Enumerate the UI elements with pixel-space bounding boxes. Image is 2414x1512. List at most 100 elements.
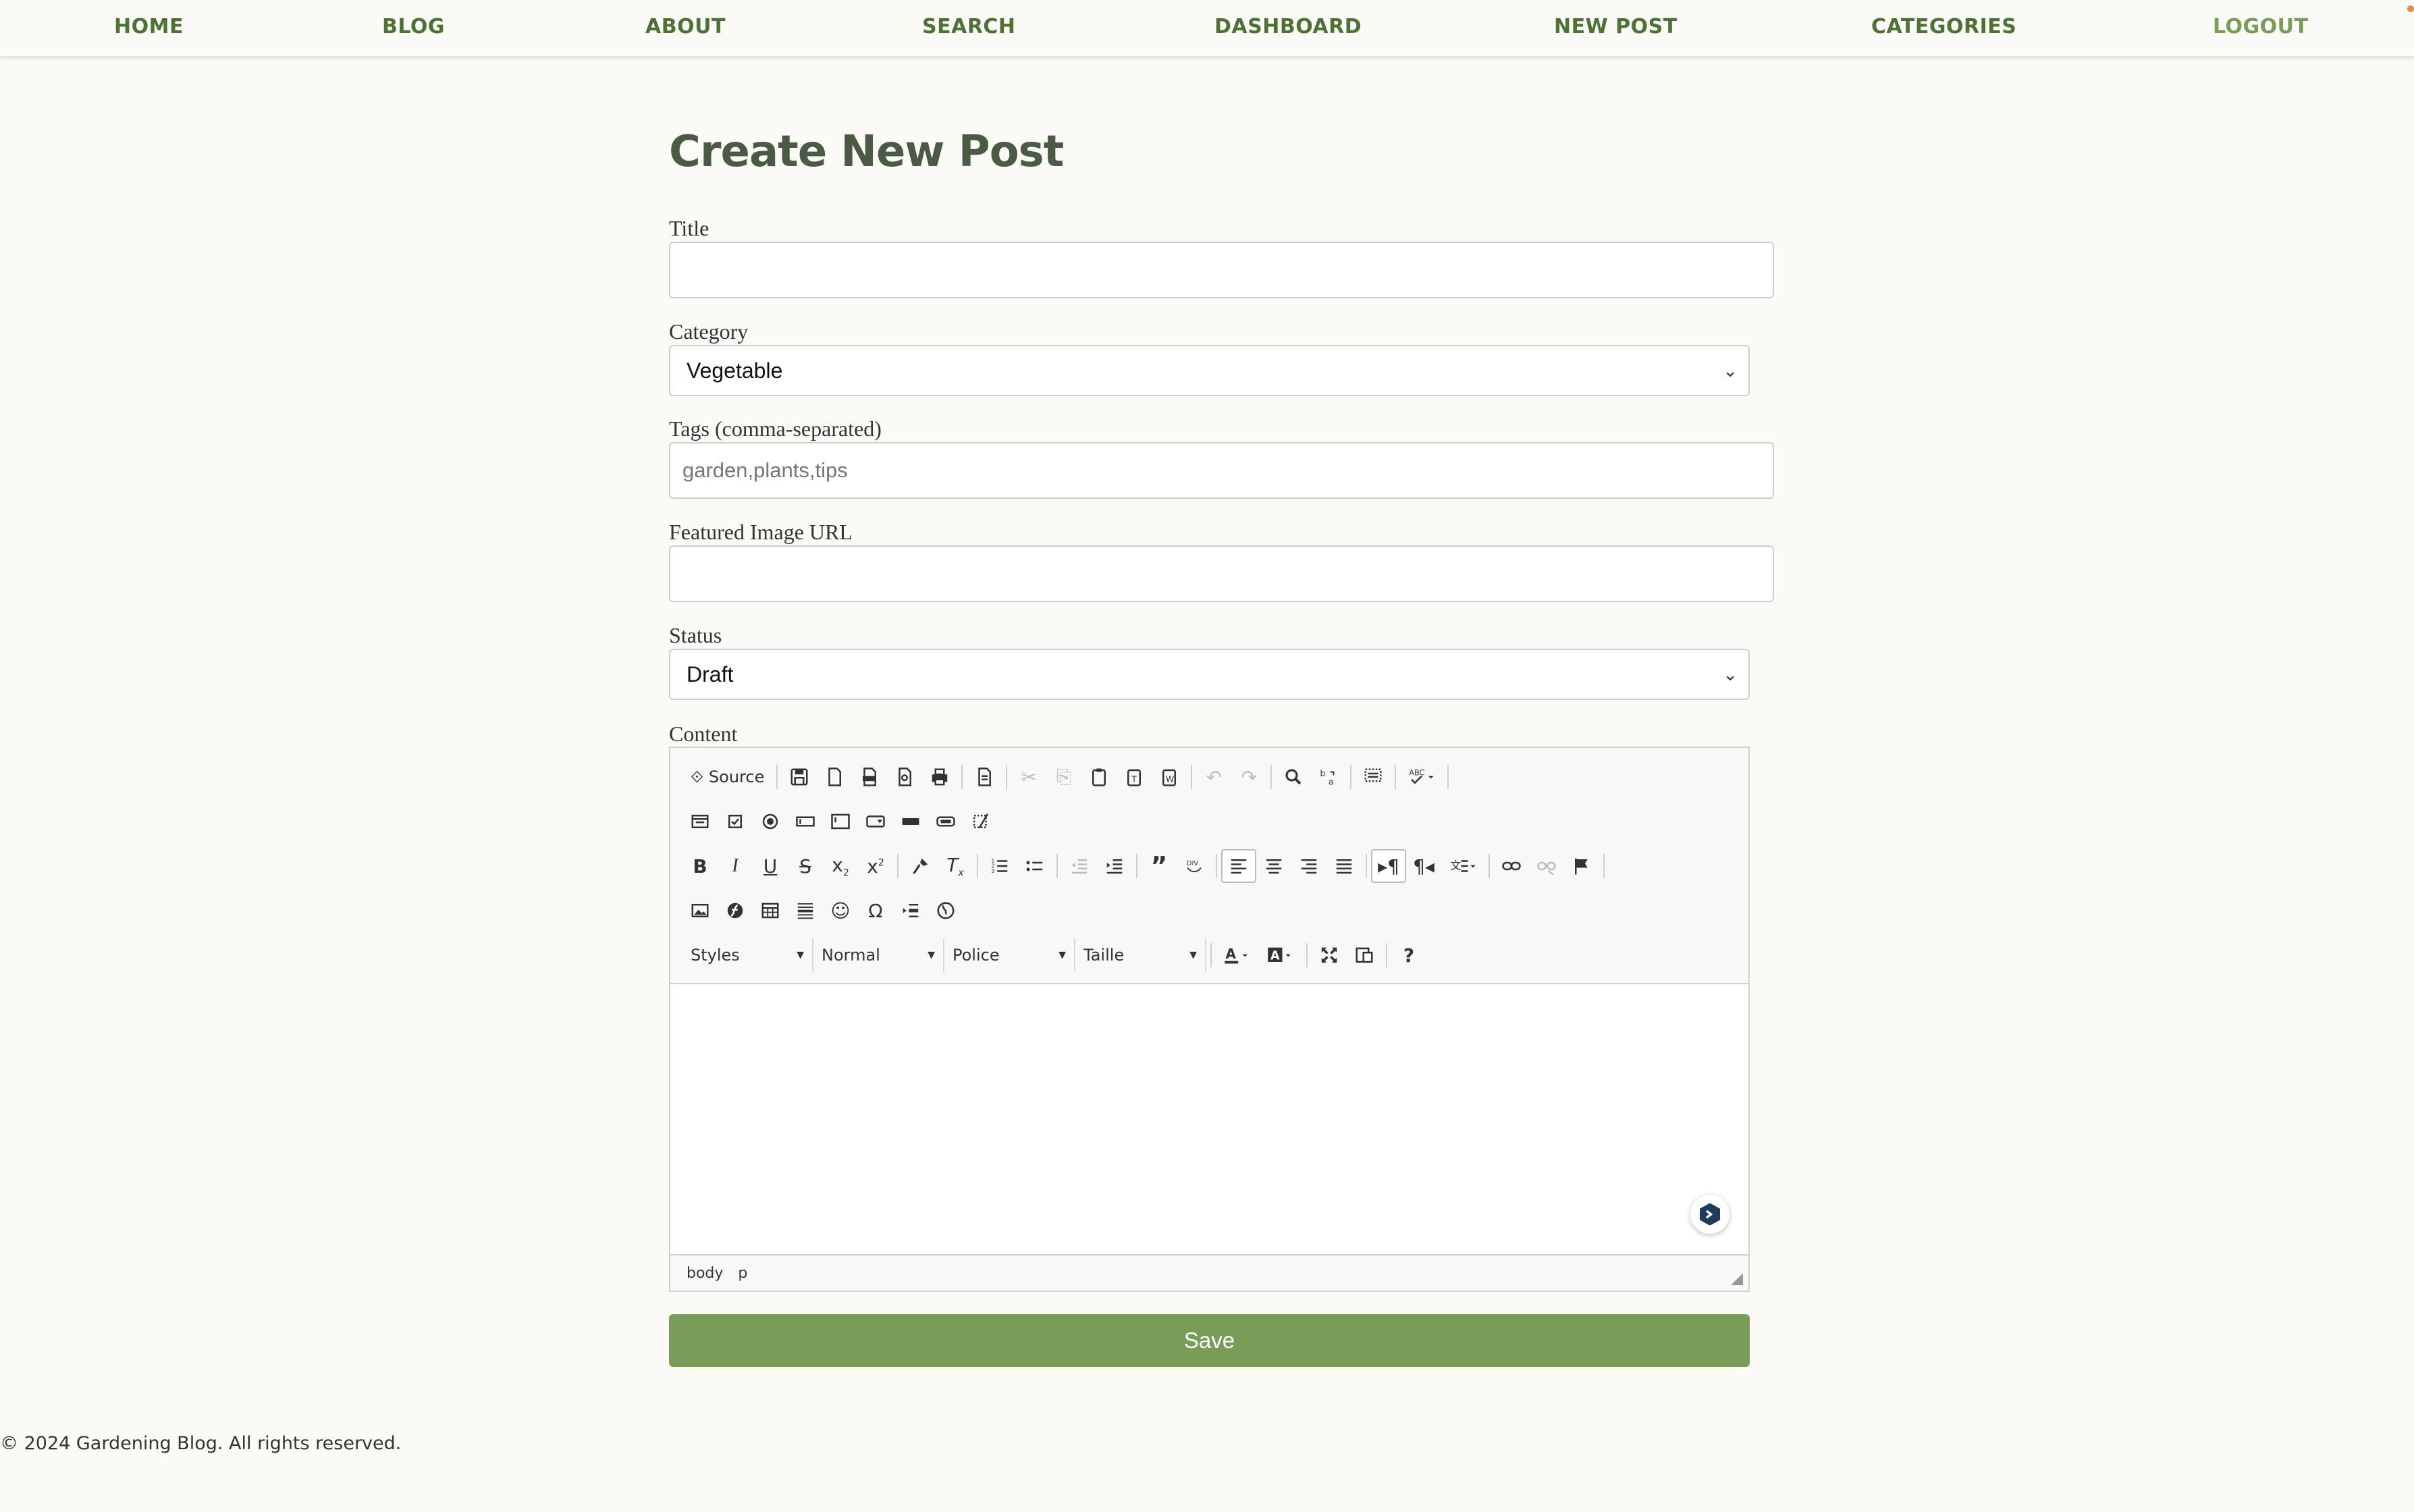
featured-image-input[interactable]	[669, 545, 1774, 602]
editor-content-area[interactable]	[670, 986, 1748, 1257]
align-right-icon[interactable]	[1291, 849, 1326, 883]
spellcheck-icon[interactable]: ABC	[1400, 760, 1443, 794]
size-dropdown[interactable]: Taille ▼	[1075, 938, 1206, 972]
replace-icon[interactable]: ba	[1311, 760, 1346, 794]
iframe-globe-icon[interactable]	[928, 894, 963, 927]
nav-categories-link[interactable]: CATEGORIES	[1871, 15, 2016, 38]
strikethrough-icon[interactable]: S	[788, 849, 823, 883]
separator	[1447, 765, 1449, 789]
resize-handle-icon[interactable]	[1731, 1273, 1743, 1285]
separator	[1216, 854, 1217, 878]
blockquote-icon[interactable]: ”	[1142, 849, 1177, 883]
nav-blog-link[interactable]: BLOG	[382, 15, 445, 38]
text-color-icon[interactable]: A	[1216, 938, 1259, 972]
textarea-icon[interactable]	[823, 805, 858, 838]
image-icon[interactable]	[682, 894, 718, 927]
remove-format-icon[interactable]: Tx	[938, 849, 973, 883]
styles-dropdown[interactable]: Styles ▼	[682, 938, 813, 972]
nav-new-post-link[interactable]: NEW POST	[1554, 15, 1678, 38]
maximize-icon[interactable]	[1312, 938, 1347, 972]
save-icon[interactable]	[782, 760, 817, 794]
numbered-list-icon[interactable]: 123	[982, 849, 1017, 883]
source-button[interactable]: ⟐ Source	[682, 760, 772, 794]
anchor-flag-icon[interactable]	[1564, 849, 1599, 883]
outdent-icon[interactable]	[1062, 849, 1097, 883]
flash-icon[interactable]	[718, 894, 753, 927]
page-break-icon[interactable]	[893, 894, 928, 927]
print-icon[interactable]	[922, 760, 957, 794]
paste-word-icon[interactable]: W	[1152, 760, 1187, 794]
table-icon[interactable]	[753, 894, 788, 927]
link-icon[interactable]	[1494, 849, 1529, 883]
align-center-icon[interactable]	[1256, 849, 1291, 883]
category-select[interactable]: Vegetable ⌄	[669, 345, 1750, 396]
new-page-icon[interactable]	[817, 760, 852, 794]
undo-icon[interactable]: ↶	[1196, 760, 1231, 794]
paste-text-icon[interactable]: T	[1117, 760, 1152, 794]
bold-icon[interactable]: B	[682, 849, 718, 883]
checkbox-icon[interactable]	[718, 805, 753, 838]
path-element-body[interactable]: body	[687, 1265, 723, 1282]
help-icon[interactable]: ?	[1391, 938, 1426, 972]
radio-icon[interactable]	[753, 805, 788, 838]
copy-icon[interactable]: ⎘	[1046, 760, 1081, 794]
separator	[1306, 943, 1308, 967]
save-button[interactable]: Save	[669, 1314, 1750, 1367]
div-container-icon[interactable]: DIV	[1177, 849, 1212, 883]
nav-search-link[interactable]: SEARCH	[922, 15, 1016, 38]
text-direction-ltr-icon[interactable]: ▸¶	[1371, 849, 1406, 883]
underline-icon[interactable]: U	[753, 849, 788, 883]
svg-text:A: A	[1270, 949, 1280, 963]
font-dropdown[interactable]: Police ▼	[944, 938, 1075, 972]
status-select[interactable]: Draft ⌄	[669, 649, 1750, 700]
bullet-list-icon[interactable]	[1017, 849, 1052, 883]
title-input[interactable]	[669, 242, 1774, 298]
select-all-icon[interactable]	[1356, 760, 1391, 794]
nav-home-link[interactable]: HOME	[114, 15, 184, 38]
separator	[1210, 943, 1212, 967]
form-icon[interactable]	[682, 805, 718, 838]
smiley-icon[interactable]: ☺	[823, 894, 858, 927]
button-field-icon[interactable]	[893, 805, 928, 838]
special-char-icon[interactable]: Ω	[858, 894, 893, 927]
italic-icon[interactable]: I	[718, 849, 753, 883]
copy-format-icon[interactable]	[903, 849, 938, 883]
align-left-icon[interactable]	[1221, 849, 1256, 883]
find-icon[interactable]	[1276, 760, 1311, 794]
nav-logout-link[interactable]: LOGOUT	[2213, 15, 2309, 38]
assistant-badge-icon[interactable]	[1690, 1195, 1729, 1234]
separator	[1136, 854, 1137, 878]
horizontal-line-icon[interactable]	[788, 894, 823, 927]
tags-label: Tags (comma-separated)	[669, 416, 882, 441]
svg-text:ABC: ABC	[1410, 769, 1425, 778]
unlink-icon[interactable]	[1529, 849, 1564, 883]
templates-icon[interactable]	[967, 760, 1002, 794]
select-field-icon[interactable]	[858, 805, 893, 838]
preview-icon[interactable]	[887, 760, 922, 794]
tags-input[interactable]	[669, 442, 1774, 499]
path-element-p[interactable]: p	[738, 1265, 747, 1282]
nav-dashboard-link[interactable]: DASHBOARD	[1214, 15, 1362, 38]
format-dropdown[interactable]: Normal ▼	[813, 938, 944, 972]
export-pdf-icon[interactable]	[852, 760, 887, 794]
justify-icon[interactable]	[1326, 849, 1362, 883]
language-icon[interactable]: 文	[1441, 849, 1484, 883]
separator	[961, 765, 963, 789]
background-color-icon[interactable]: A	[1259, 938, 1302, 972]
superscript-icon[interactable]: x2	[858, 849, 893, 883]
subscript-icon[interactable]: x2	[823, 849, 858, 883]
indent-icon[interactable]	[1097, 849, 1132, 883]
source-icon: ⟐	[691, 767, 703, 786]
show-blocks-icon[interactable]	[1347, 938, 1382, 972]
featured-image-label: Featured Image URL	[669, 520, 853, 544]
notification-dot	[2407, 5, 2414, 12]
text-direction-rtl-icon[interactable]: ¶◂	[1406, 849, 1441, 883]
redo-icon[interactable]: ↷	[1231, 760, 1266, 794]
separator	[1386, 943, 1387, 967]
hidden-field-icon[interactable]	[963, 805, 998, 838]
image-button-icon[interactable]	[928, 805, 963, 838]
nav-about-link[interactable]: ABOUT	[645, 15, 726, 38]
text-field-icon[interactable]	[788, 805, 823, 838]
paste-icon[interactable]	[1081, 760, 1117, 794]
cut-icon[interactable]: ✂	[1011, 760, 1046, 794]
